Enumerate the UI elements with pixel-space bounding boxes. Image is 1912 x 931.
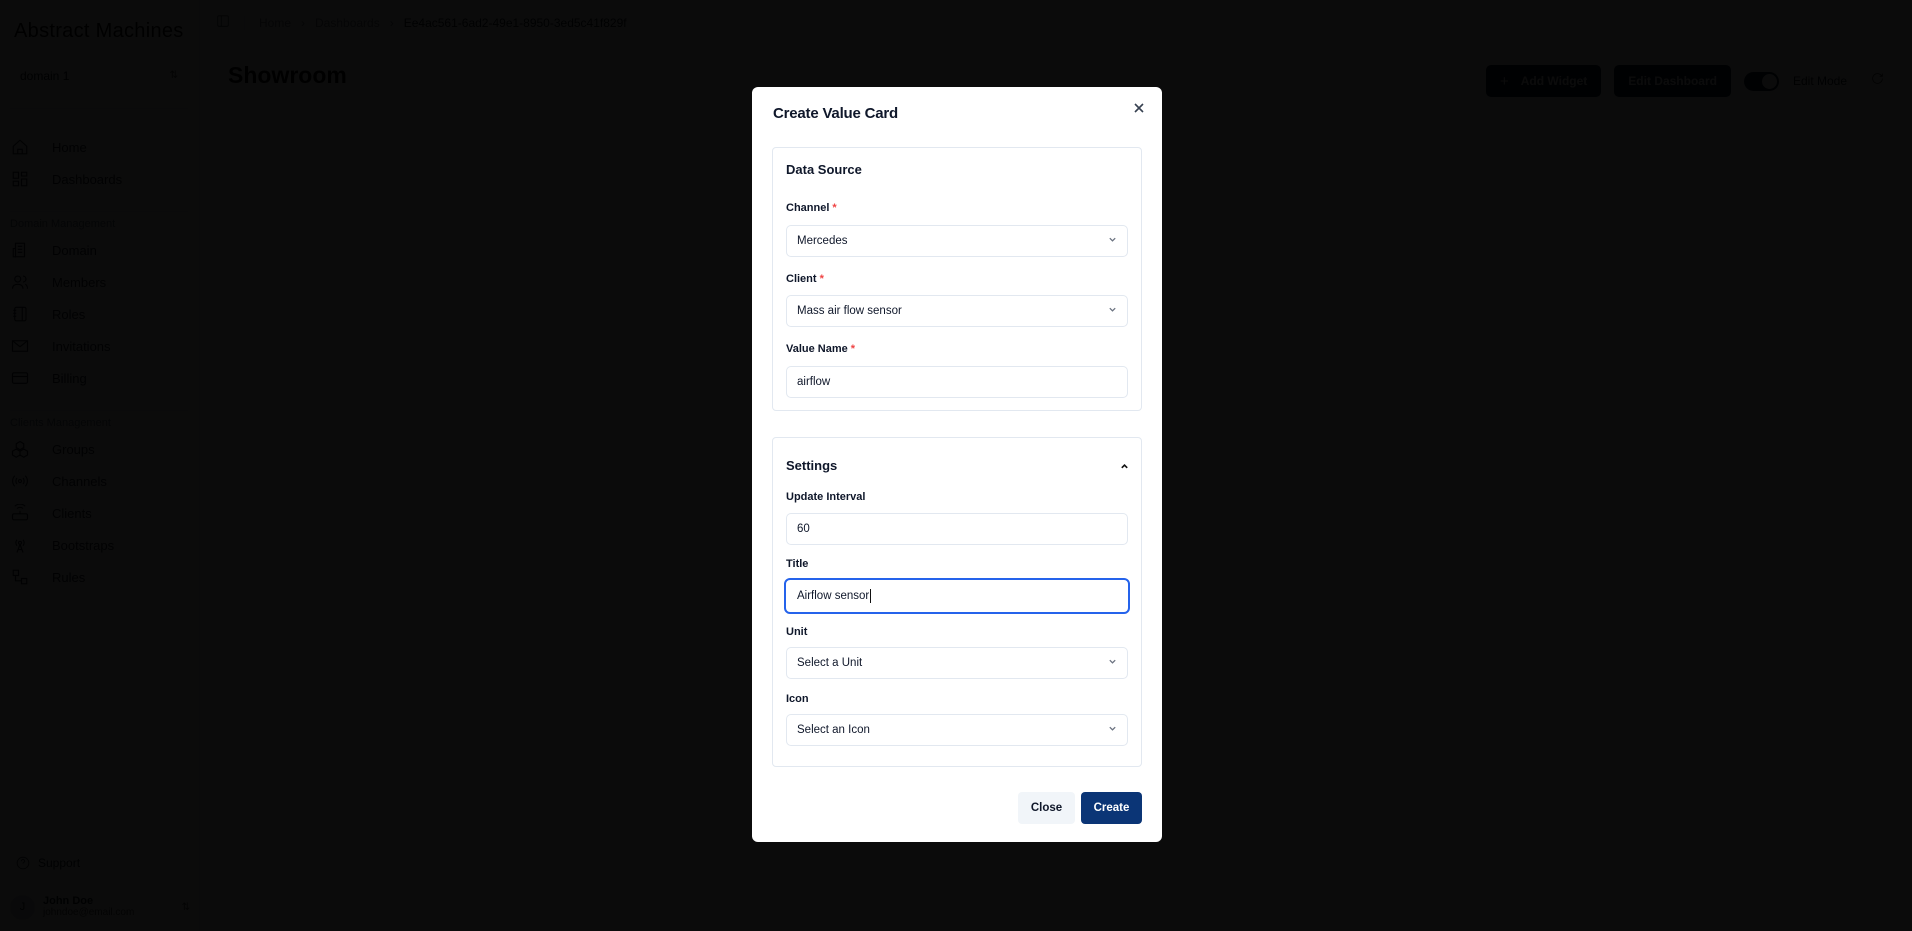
icon-select[interactable]: Select an Icon (786, 714, 1128, 746)
client-select-value: Mass air flow sensor (797, 305, 902, 317)
required-mark: * (832, 202, 837, 214)
title-label: Title (786, 558, 809, 570)
chevron-down-icon (1108, 657, 1117, 669)
channel-label: Channel * (786, 202, 837, 214)
text-cursor (870, 589, 872, 603)
chevron-up-icon[interactable] (1120, 458, 1129, 476)
dialog-title: Create Value Card (773, 105, 898, 122)
label-text: Value Name (786, 343, 848, 355)
chevron-down-icon (1108, 235, 1117, 247)
section-title: Settings (786, 458, 838, 473)
unit-select-placeholder: Select a Unit (797, 657, 863, 669)
icon-label: Icon (786, 693, 809, 705)
title-input-value: Airflow sensor (797, 590, 870, 603)
update-interval-value: 60 (797, 523, 810, 535)
required-mark: * (819, 273, 824, 285)
icon-select-placeholder: Select an Icon (797, 724, 870, 736)
create-value-card-dialog: Create Value Card Data Source Channel * M… (752, 87, 1162, 842)
data-source-section: Data Source Channel * Mercedes Client * Ma… (772, 147, 1142, 411)
update-interval-input[interactable]: 60 (786, 513, 1128, 545)
value-name-value: airflow (797, 376, 831, 388)
client-select[interactable]: Mass air flow sensor (786, 295, 1128, 327)
value-name-input[interactable]: airflow (786, 366, 1128, 398)
close-dialog-button[interactable] (1131, 100, 1147, 116)
close-button[interactable]: Close (1018, 792, 1075, 824)
section-title: Data Source (786, 162, 862, 177)
channel-select[interactable]: Mercedes (786, 225, 1128, 257)
unit-label: Unit (786, 626, 808, 638)
value-name-label: Value Name * (786, 343, 855, 355)
required-mark: * (850, 343, 856, 355)
update-interval-label: Update Interval (786, 491, 866, 503)
close-icon (1134, 103, 1144, 113)
label-text: Channel (786, 202, 830, 214)
title-input[interactable]: Airflow sensor (784, 578, 1130, 614)
settings-section: Settings Update Interval 60 Title Airflo… (772, 437, 1142, 767)
channel-select-value: Mercedes (797, 235, 848, 247)
client-label: Client * (786, 273, 824, 285)
chevron-down-icon (1108, 724, 1117, 736)
chevron-down-icon (1108, 305, 1117, 317)
create-button[interactable]: Create (1081, 792, 1142, 824)
unit-select[interactable]: Select a Unit (786, 647, 1128, 679)
label-text: Client (786, 273, 817, 285)
